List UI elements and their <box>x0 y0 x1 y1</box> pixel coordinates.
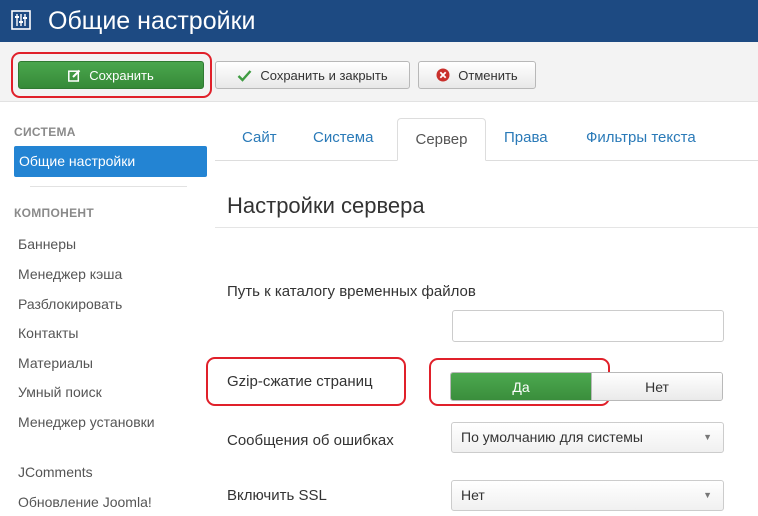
sidebar-heading-component: КОМПОНЕНТ <box>14 206 94 220</box>
toolbar: Сохранить Сохранить и закрыть Отменить <box>0 42 758 102</box>
force-ssl-select[interactable]: Нет ▼ <box>451 480 724 511</box>
sidebar-item-articles[interactable]: Материалы <box>18 353 203 373</box>
section-divider <box>215 227 758 228</box>
temp-path-label: Путь к каталогу временных файлов <box>227 283 476 300</box>
page-title: Общие настройки <box>48 7 256 35</box>
sidebar-item-contacts[interactable]: Контакты <box>18 323 203 343</box>
force-ssl-label: Включить SSL <box>227 487 327 504</box>
tabs-baseline <box>215 160 758 161</box>
sidebar-item-installer[interactable]: Менеджер установки <box>18 412 158 432</box>
error-reporting-label: Сообщения об ошибках <box>227 432 394 449</box>
edit-icon <box>68 69 81 82</box>
sidebar-item-cache-manager[interactable]: Менеджер кэша <box>18 264 203 284</box>
temp-path-input[interactable] <box>452 310 724 342</box>
sliders-icon <box>11 10 31 30</box>
save-and-close-button[interactable]: Сохранить и закрыть <box>215 61 410 89</box>
cancel-circle-icon <box>436 68 450 82</box>
tab-system[interactable]: Система <box>313 129 373 146</box>
tab-permissions[interactable]: Права <box>504 129 548 146</box>
cancel-button[interactable]: Отменить <box>418 61 536 89</box>
chevron-down-icon: ▼ <box>703 432 712 442</box>
gzip-label: Gzip-сжатие страниц <box>227 373 373 390</box>
sidebar-divider <box>30 186 187 187</box>
sidebar-item-jcomments[interactable]: JComments <box>18 462 203 482</box>
sidebar-item-smart-search[interactable]: Умный поиск <box>18 382 203 402</box>
checkmark-icon <box>237 69 252 82</box>
sidebar-item-banners[interactable]: Баннеры <box>18 234 203 254</box>
gzip-toggle: Да Нет <box>450 372 723 401</box>
error-reporting-select[interactable]: По умолчанию для системы ▼ <box>451 422 724 453</box>
app-header: Общие настройки <box>0 0 758 42</box>
sidebar-heading-system: СИСТЕМА <box>14 125 76 139</box>
error-reporting-value: По умолчанию для системы <box>461 429 643 445</box>
chevron-down-icon: ▼ <box>703 490 712 500</box>
tab-text-filters[interactable]: Фильтры текста <box>586 129 696 146</box>
save-and-close-button-label: Сохранить и закрыть <box>260 67 388 83</box>
tab-site[interactable]: Сайт <box>242 129 277 146</box>
tab-server[interactable]: Сервер <box>397 118 486 161</box>
section-title: Настройки сервера <box>227 193 425 218</box>
gzip-yes-button[interactable]: Да <box>451 373 591 400</box>
sidebar-item-unlock[interactable]: Разблокировать <box>18 294 203 314</box>
cancel-button-label: Отменить <box>458 67 518 83</box>
save-button-label: Сохранить <box>89 67 154 83</box>
sidebar-item-joomla-update[interactable]: Обновление Joomla! <box>18 492 203 512</box>
save-button[interactable]: Сохранить <box>18 61 204 89</box>
force-ssl-value: Нет <box>461 487 485 503</box>
gzip-no-button[interactable]: Нет <box>591 373 722 400</box>
sidebar-item-general-settings[interactable]: Общие настройки <box>14 146 207 177</box>
